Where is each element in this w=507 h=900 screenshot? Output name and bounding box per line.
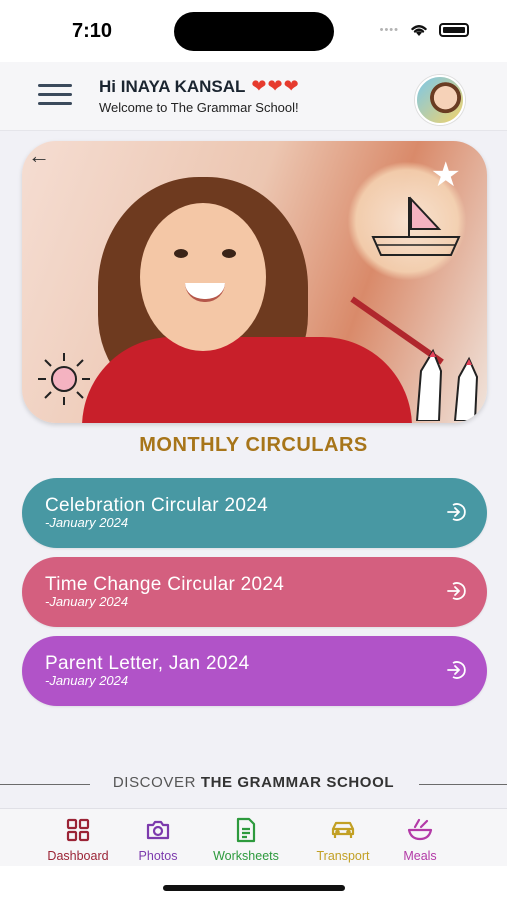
car-icon [331,821,355,838]
circular-title: Time Change Circular 2024 [45,574,285,595]
hearts-icon: ❤❤❤ [251,76,300,96]
sun-doodle-icon [38,353,90,405]
pencils-doodle-icon [415,348,479,421]
circular-date: -January 2024 [45,594,129,609]
back-arrow-icon[interactable]: ← [28,143,50,169]
status-bar: 7:10 •••• [0,0,507,62]
tab-dashboard[interactable]: Dashboard [44,817,112,863]
app-header: Hi INAYA KANSAL ❤❤❤ Welcome to The Gramm… [0,62,507,131]
status-icons: •••• [380,22,469,38]
tab-label: Photos [138,849,178,863]
tab-worksheets[interactable]: Worksheets [205,817,287,863]
tab-label: Transport [316,849,370,863]
avatar[interactable] [415,75,465,125]
home-indicator[interactable] [163,885,345,891]
camera-icon [146,820,170,840]
greeting-title: Hi INAYA KANSAL ❤❤❤ [99,76,300,97]
open-arrow-icon [447,503,466,521]
circular-title: Celebration Circular 2024 [45,495,268,516]
tab-label: Meals [403,849,437,863]
boat-doodle-icon [371,196,461,256]
tab-label: Worksheets [213,849,279,863]
greeting-block: Hi INAYA KANSAL ❤❤❤ Welcome to The Gramm… [99,76,300,115]
section-title: MONTHLY CIRCULARS [139,434,368,456]
circular-date: -January 2024 [45,515,129,530]
home-indicator-area [0,866,507,900]
welcome-text: Welcome to The Grammar School! [99,100,299,115]
open-arrow-icon [447,661,466,679]
discover-prefix: DISCOVER [112,774,197,791]
battery-icon [439,23,469,37]
open-arrow-icon [447,582,466,600]
hamburger-menu-icon[interactable] [38,84,72,108]
circular-item[interactable]: Parent Letter, Jan 2024 -January 2024 [22,636,487,706]
tab-transport[interactable]: Transport [309,817,377,863]
tab-label: Dashboard [47,849,109,863]
discover-school-name: THE GRAMMAR SCHOOL [200,774,395,791]
circular-date: -January 2024 [45,673,129,688]
circular-item[interactable]: Time Change Circular 2024 -January 2024 [22,557,487,627]
grid-icon [66,818,90,842]
tab-photos[interactable]: Photos [130,817,186,863]
circular-item[interactable]: Celebration Circular 2024 -January 2024 [22,478,487,548]
status-time: 7:10 [72,20,113,42]
wifi-icon [411,25,427,36]
bottom-tab-bar: Dashboard Photos Worksheets Transport Me… [0,808,507,867]
document-icon [236,817,256,843]
tab-meals[interactable]: Meals [395,817,445,863]
bowl-icon [407,818,433,841]
discover-heading: DISCOVER THE GRAMMAR SCHOOL [0,772,507,796]
circular-title: Parent Letter, Jan 2024 [45,653,250,674]
hero-banner: ← ★ [22,141,487,423]
dynamic-island [174,12,334,51]
greeting-name: Hi INAYA KANSAL [99,76,246,96]
signal-icon: •••• [379,24,399,36]
